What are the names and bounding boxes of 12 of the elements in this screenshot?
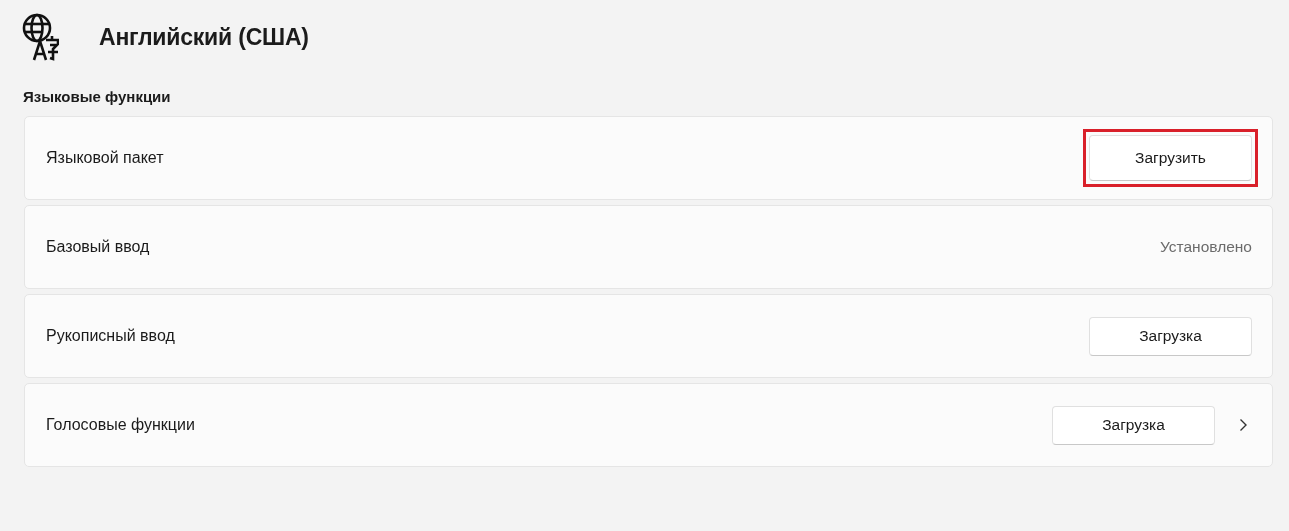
chevron-right-icon[interactable] bbox=[1239, 418, 1248, 432]
feature-label: Рукописный ввод bbox=[46, 327, 175, 345]
section-title: Языковые функции bbox=[23, 88, 172, 105]
feature-label: Базовый ввод bbox=[46, 238, 150, 256]
feature-label: Языковой пакет bbox=[46, 149, 164, 167]
page-title: Английский (США) bbox=[99, 23, 309, 51]
download-button[interactable]: Загрузка bbox=[1089, 316, 1252, 356]
feature-label: Голосовые функции bbox=[46, 416, 195, 434]
download-button[interactable]: Загрузить bbox=[1089, 135, 1252, 181]
status-text: Установлено bbox=[1160, 238, 1252, 256]
download-button[interactable]: Загрузка bbox=[1052, 405, 1215, 445]
language-icon bbox=[22, 13, 59, 61]
